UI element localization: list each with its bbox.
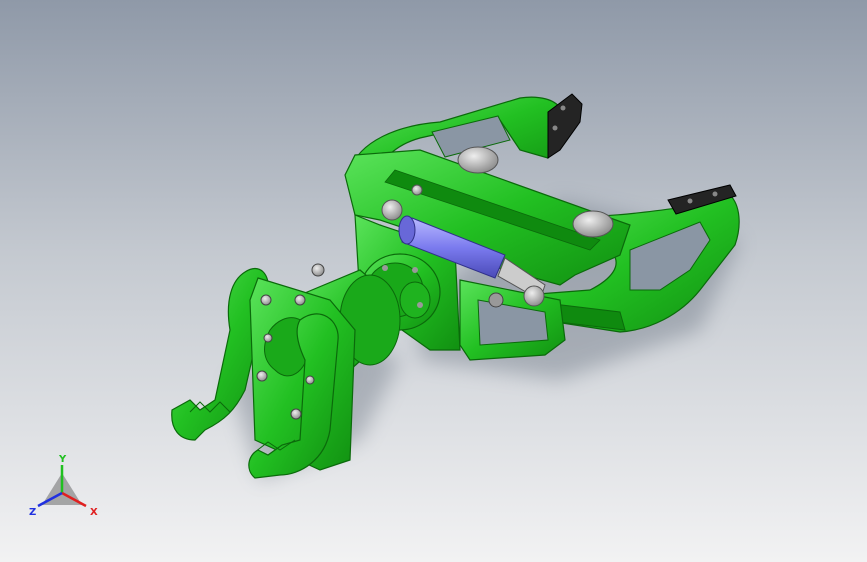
gripper-pads (547, 93, 737, 215)
triad-z-label: Z (29, 507, 36, 518)
3d-viewport[interactable]: Y X Z (0, 0, 867, 562)
triad-x-label: X (90, 507, 98, 518)
triad-y-label: Y (58, 454, 67, 465)
axis-triad[interactable]: Y X Z (29, 454, 98, 518)
gripper-model[interactable]: Y X Z (0, 0, 867, 562)
